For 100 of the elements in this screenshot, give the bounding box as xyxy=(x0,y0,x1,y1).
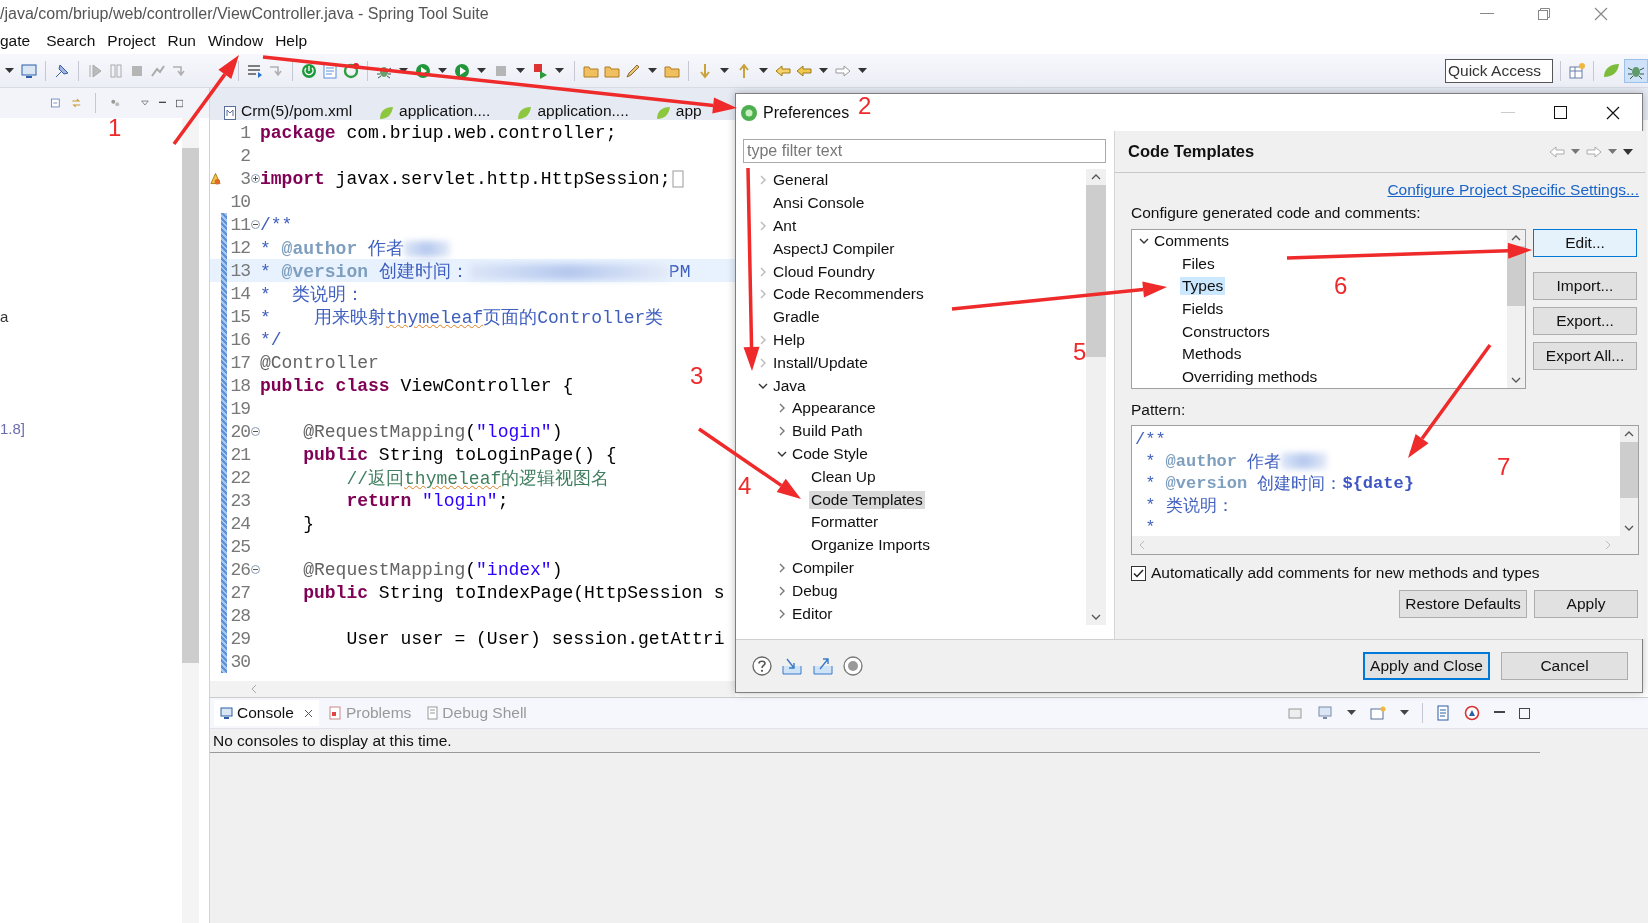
menu-item[interactable]: Project xyxy=(101,32,162,50)
tree-item[interactable]: General xyxy=(771,171,831,190)
tree-item[interactable]: Methods xyxy=(1180,345,1244,364)
tree-item[interactable]: Comments xyxy=(1152,232,1231,251)
fold-minus-icon[interactable] xyxy=(250,565,260,574)
editor-tab[interactable]: app xyxy=(646,92,710,120)
horizontal-scrollbar[interactable] xyxy=(210,681,735,697)
tree-item[interactable]: Fields xyxy=(1180,300,1226,319)
collapse-icon[interactable] xyxy=(50,95,61,111)
page-button[interactable]: Restore Defaults xyxy=(1399,590,1527,618)
side-button[interactable]: Export... xyxy=(1533,307,1637,335)
run-icon[interactable] xyxy=(414,61,432,80)
caret-icon[interactable] xyxy=(720,67,729,74)
view-menu-icon[interactable] xyxy=(140,99,149,107)
bug-icon[interactable] xyxy=(1624,58,1648,83)
minimize-icon[interactable] xyxy=(158,101,166,105)
power-icon[interactable] xyxy=(300,61,318,80)
caret-icon[interactable] xyxy=(516,67,525,74)
dialog-button[interactable]: Cancel xyxy=(1501,652,1628,680)
caret-icon[interactable] xyxy=(648,67,657,74)
maximize-icon[interactable] xyxy=(1519,707,1530,719)
menu-item[interactable]: Search xyxy=(40,32,102,50)
tree-item[interactable]: Java xyxy=(771,376,808,395)
vertical-scrollbar[interactable] xyxy=(1507,230,1525,388)
scroll-up-icon[interactable] xyxy=(1090,173,1102,181)
page-button[interactable]: Apply xyxy=(1534,590,1638,618)
tree-item[interactable]: Editor xyxy=(790,604,835,623)
scroll-down-icon[interactable] xyxy=(1090,613,1102,621)
caret-icon[interactable] xyxy=(1347,710,1356,716)
checkbox[interactable] xyxy=(1131,565,1146,581)
minimize-icon[interactable] xyxy=(1494,711,1505,715)
project-settings-link[interactable]: Configure Project Specific Settings... xyxy=(1387,181,1639,199)
tree-item[interactable]: Code Recommenders xyxy=(771,285,926,304)
tree-item[interactable]: Constructors xyxy=(1180,322,1272,341)
tree-item[interactable]: Ansi Console xyxy=(771,194,867,213)
editor-tab[interactable]: application.... xyxy=(370,92,499,120)
editor-tab[interactable]: application.... xyxy=(508,92,637,120)
scroll-up-icon[interactable] xyxy=(1623,430,1635,438)
tree-item[interactable]: Debug xyxy=(790,581,840,600)
perspective-icon[interactable] xyxy=(1568,61,1586,80)
menu-item[interactable]: gate xyxy=(0,32,37,50)
caret-icon[interactable] xyxy=(5,67,14,74)
editor-tab[interactable]: Crm(5)/pom.xml xyxy=(216,92,361,120)
tree-item[interactable]: Formatter xyxy=(809,513,881,532)
tree-item[interactable]: Install/Update xyxy=(771,353,870,372)
menu-item[interactable]: Run xyxy=(161,32,202,50)
tree-item[interactable]: Compiler xyxy=(790,558,856,577)
tree-item[interactable]: Gradle xyxy=(771,308,822,327)
tree-item[interactable]: Code Style xyxy=(790,444,870,463)
run-icon[interactable] xyxy=(453,61,471,80)
document-icon[interactable] xyxy=(1436,705,1450,721)
close-icon[interactable] xyxy=(303,708,313,718)
close-icon[interactable] xyxy=(1606,105,1620,120)
side-button[interactable]: Import... xyxy=(1533,272,1637,300)
caret-icon[interactable] xyxy=(438,67,447,74)
caret-icon[interactable] xyxy=(477,67,486,74)
import-icon[interactable] xyxy=(781,656,803,676)
side-button[interactable]: Edit... xyxy=(1533,229,1637,257)
caret-icon[interactable] xyxy=(399,67,408,74)
fold-plus-icon[interactable] xyxy=(250,174,260,183)
tree-item[interactable]: Help xyxy=(771,330,807,349)
export-icon[interactable] xyxy=(812,656,834,676)
monitor-icon[interactable] xyxy=(1317,706,1333,720)
circle-icon[interactable] xyxy=(1464,705,1480,721)
tree-item[interactable]: Ant xyxy=(771,217,799,235)
help-icon[interactable] xyxy=(752,656,772,676)
caret-icon[interactable] xyxy=(759,67,768,74)
restore-icon[interactable] xyxy=(1538,8,1550,20)
caret-icon[interactable] xyxy=(858,67,867,74)
tree-item[interactable]: Overriding methods xyxy=(1180,367,1320,386)
tree-item[interactable]: Types xyxy=(1180,277,1226,296)
vertical-scrollbar[interactable] xyxy=(1620,426,1638,536)
tree-item[interactable]: Code Templates xyxy=(809,490,925,509)
caret-icon[interactable] xyxy=(819,67,828,74)
side-button[interactable]: Export All... xyxy=(1533,342,1637,370)
refresh-icon[interactable] xyxy=(342,61,360,80)
tree-item[interactable]: Files xyxy=(1180,254,1217,273)
vertical-scrollbar[interactable] xyxy=(182,118,199,923)
tree-item[interactable]: Build Path xyxy=(790,422,865,441)
dialog-button[interactable]: Apply and Close xyxy=(1363,652,1490,680)
scroll-up-icon[interactable] xyxy=(1510,234,1522,242)
filter-field[interactable]: type filter text xyxy=(743,139,1106,163)
tree-item[interactable]: Organize Imports xyxy=(809,536,932,555)
vertical-scrollbar[interactable] xyxy=(1086,169,1106,625)
scroll-down-icon[interactable] xyxy=(1510,376,1522,384)
monitor-icon[interactable] xyxy=(20,61,38,80)
fold-minus-icon[interactable] xyxy=(250,220,260,229)
caret-icon[interactable] xyxy=(1400,710,1409,716)
tree-item[interactable]: AspectJ Compiler xyxy=(771,239,897,258)
caret-icon[interactable] xyxy=(555,67,564,74)
tree-item[interactable]: Clean Up xyxy=(809,467,878,486)
menu-item[interactable]: Help xyxy=(269,32,313,50)
scroll-down-icon[interactable] xyxy=(1623,524,1635,532)
console-tab[interactable]: Console xyxy=(214,700,319,726)
quick-access-field[interactable]: Quick Access xyxy=(1445,58,1553,83)
menu-item[interactable]: Window xyxy=(202,32,270,50)
record-icon[interactable] xyxy=(843,656,863,676)
tree-item[interactable]: Cloud Foundry xyxy=(771,262,877,281)
maximize-icon[interactable] xyxy=(1554,106,1567,119)
tree-item[interactable]: Appearance xyxy=(790,399,878,418)
